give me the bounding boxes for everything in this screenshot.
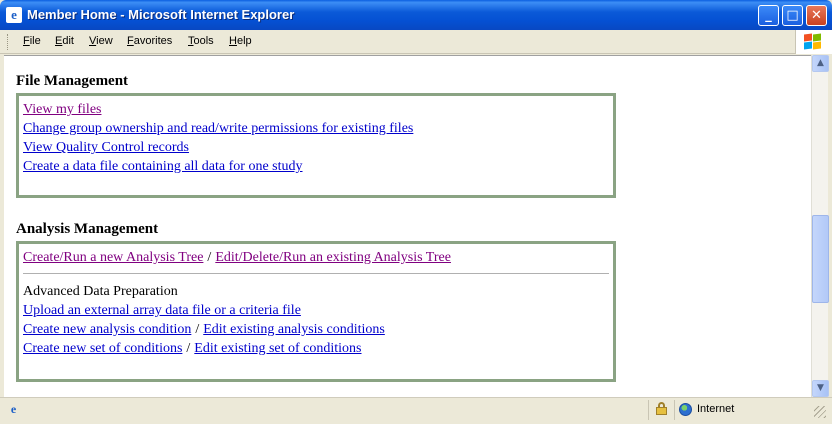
file-management-box: View my files Change group ownership and… bbox=[16, 93, 616, 198]
title-bar: e Member Home - Microsoft Internet Explo… bbox=[0, 0, 832, 30]
globe-icon bbox=[679, 403, 692, 416]
analysis-management-box: Create/Run a new Analysis Tree / Edit/Dele… bbox=[16, 241, 616, 382]
menu-file[interactable]: File bbox=[23, 35, 41, 47]
link-separator: / bbox=[186, 341, 191, 356]
change-permissions-link[interactable]: Change group ownership and read/write pe… bbox=[23, 119, 609, 138]
maximize-button[interactable]: □ bbox=[782, 5, 803, 26]
condition-row: Create new analysis condition / Edit exist… bbox=[23, 320, 609, 339]
page-status-icon: e bbox=[10, 402, 17, 416]
analysis-management-title: Analysis Management bbox=[16, 221, 159, 237]
condition-set-row: Create new set of conditions / Edit existi… bbox=[23, 339, 609, 358]
close-button[interactable]: ✕ bbox=[806, 5, 827, 26]
create-condition-link[interactable]: Create new analysis condition bbox=[23, 322, 191, 337]
vertical-scrollbar[interactable]: ▲ ▼ bbox=[811, 55, 829, 397]
file-management-title: File Management bbox=[16, 73, 129, 89]
menu-tools[interactable]: Tools bbox=[188, 35, 214, 47]
status-pane-zone bbox=[674, 400, 814, 420]
link-separator: / bbox=[207, 250, 212, 265]
advanced-data-preparation-heading: Advanced Data Preparation bbox=[23, 284, 178, 299]
edit-conditions-link[interactable]: Edit existing analysis conditions bbox=[203, 322, 385, 337]
create-data-file-link[interactable]: Create a data file containing all data f… bbox=[23, 157, 609, 176]
window-title: Member Home - Microsoft Internet Explore… bbox=[27, 7, 295, 22]
link-separator: / bbox=[195, 322, 200, 337]
windows-flag-icon bbox=[804, 33, 822, 50]
view-my-files-link[interactable]: View my files bbox=[23, 100, 609, 119]
edit-analysis-tree-link[interactable]: Edit/Delete/Run an existing Analysis Tre… bbox=[215, 250, 451, 265]
lock-icon[interactable] bbox=[656, 402, 667, 415]
status-bar: e Internet bbox=[0, 397, 832, 424]
scroll-up-button[interactable]: ▲ bbox=[812, 55, 829, 72]
upload-array-file-link[interactable]: Upload an external array data file or a … bbox=[23, 301, 609, 320]
analysis-tree-row: Create/Run a new Analysis Tree / Edit/Dele… bbox=[23, 248, 609, 267]
menu-view[interactable]: View bbox=[89, 35, 113, 47]
menu-help[interactable]: Help bbox=[229, 35, 252, 47]
security-zone-label: Internet bbox=[697, 403, 735, 415]
create-condition-set-link[interactable]: Create new set of conditions bbox=[23, 341, 182, 356]
edit-condition-set-link[interactable]: Edit existing set of conditions bbox=[194, 341, 361, 356]
page-content: File Management View my files Change gro… bbox=[16, 73, 616, 382]
windows-logo bbox=[795, 30, 832, 54]
minimize-button[interactable]: _ bbox=[758, 5, 779, 26]
page-viewport: File Management View my files Change gro… bbox=[4, 55, 811, 397]
section-divider bbox=[23, 273, 609, 274]
menu-favorites[interactable]: Favorites bbox=[127, 35, 172, 47]
toolbar-grip[interactable] bbox=[7, 34, 10, 50]
ie-icon[interactable]: e bbox=[6, 7, 22, 23]
scroll-thumb[interactable] bbox=[812, 215, 829, 303]
create-analysis-tree-link[interactable]: Create/Run a new Analysis Tree bbox=[23, 250, 203, 265]
menu-edit[interactable]: Edit bbox=[55, 35, 74, 47]
scroll-down-button[interactable]: ▼ bbox=[812, 380, 829, 397]
resize-grip[interactable] bbox=[814, 406, 826, 418]
view-qc-records-link[interactable]: View Quality Control records bbox=[23, 138, 609, 157]
menu-bar: File Edit View Favorites Tools Help bbox=[0, 30, 832, 54]
